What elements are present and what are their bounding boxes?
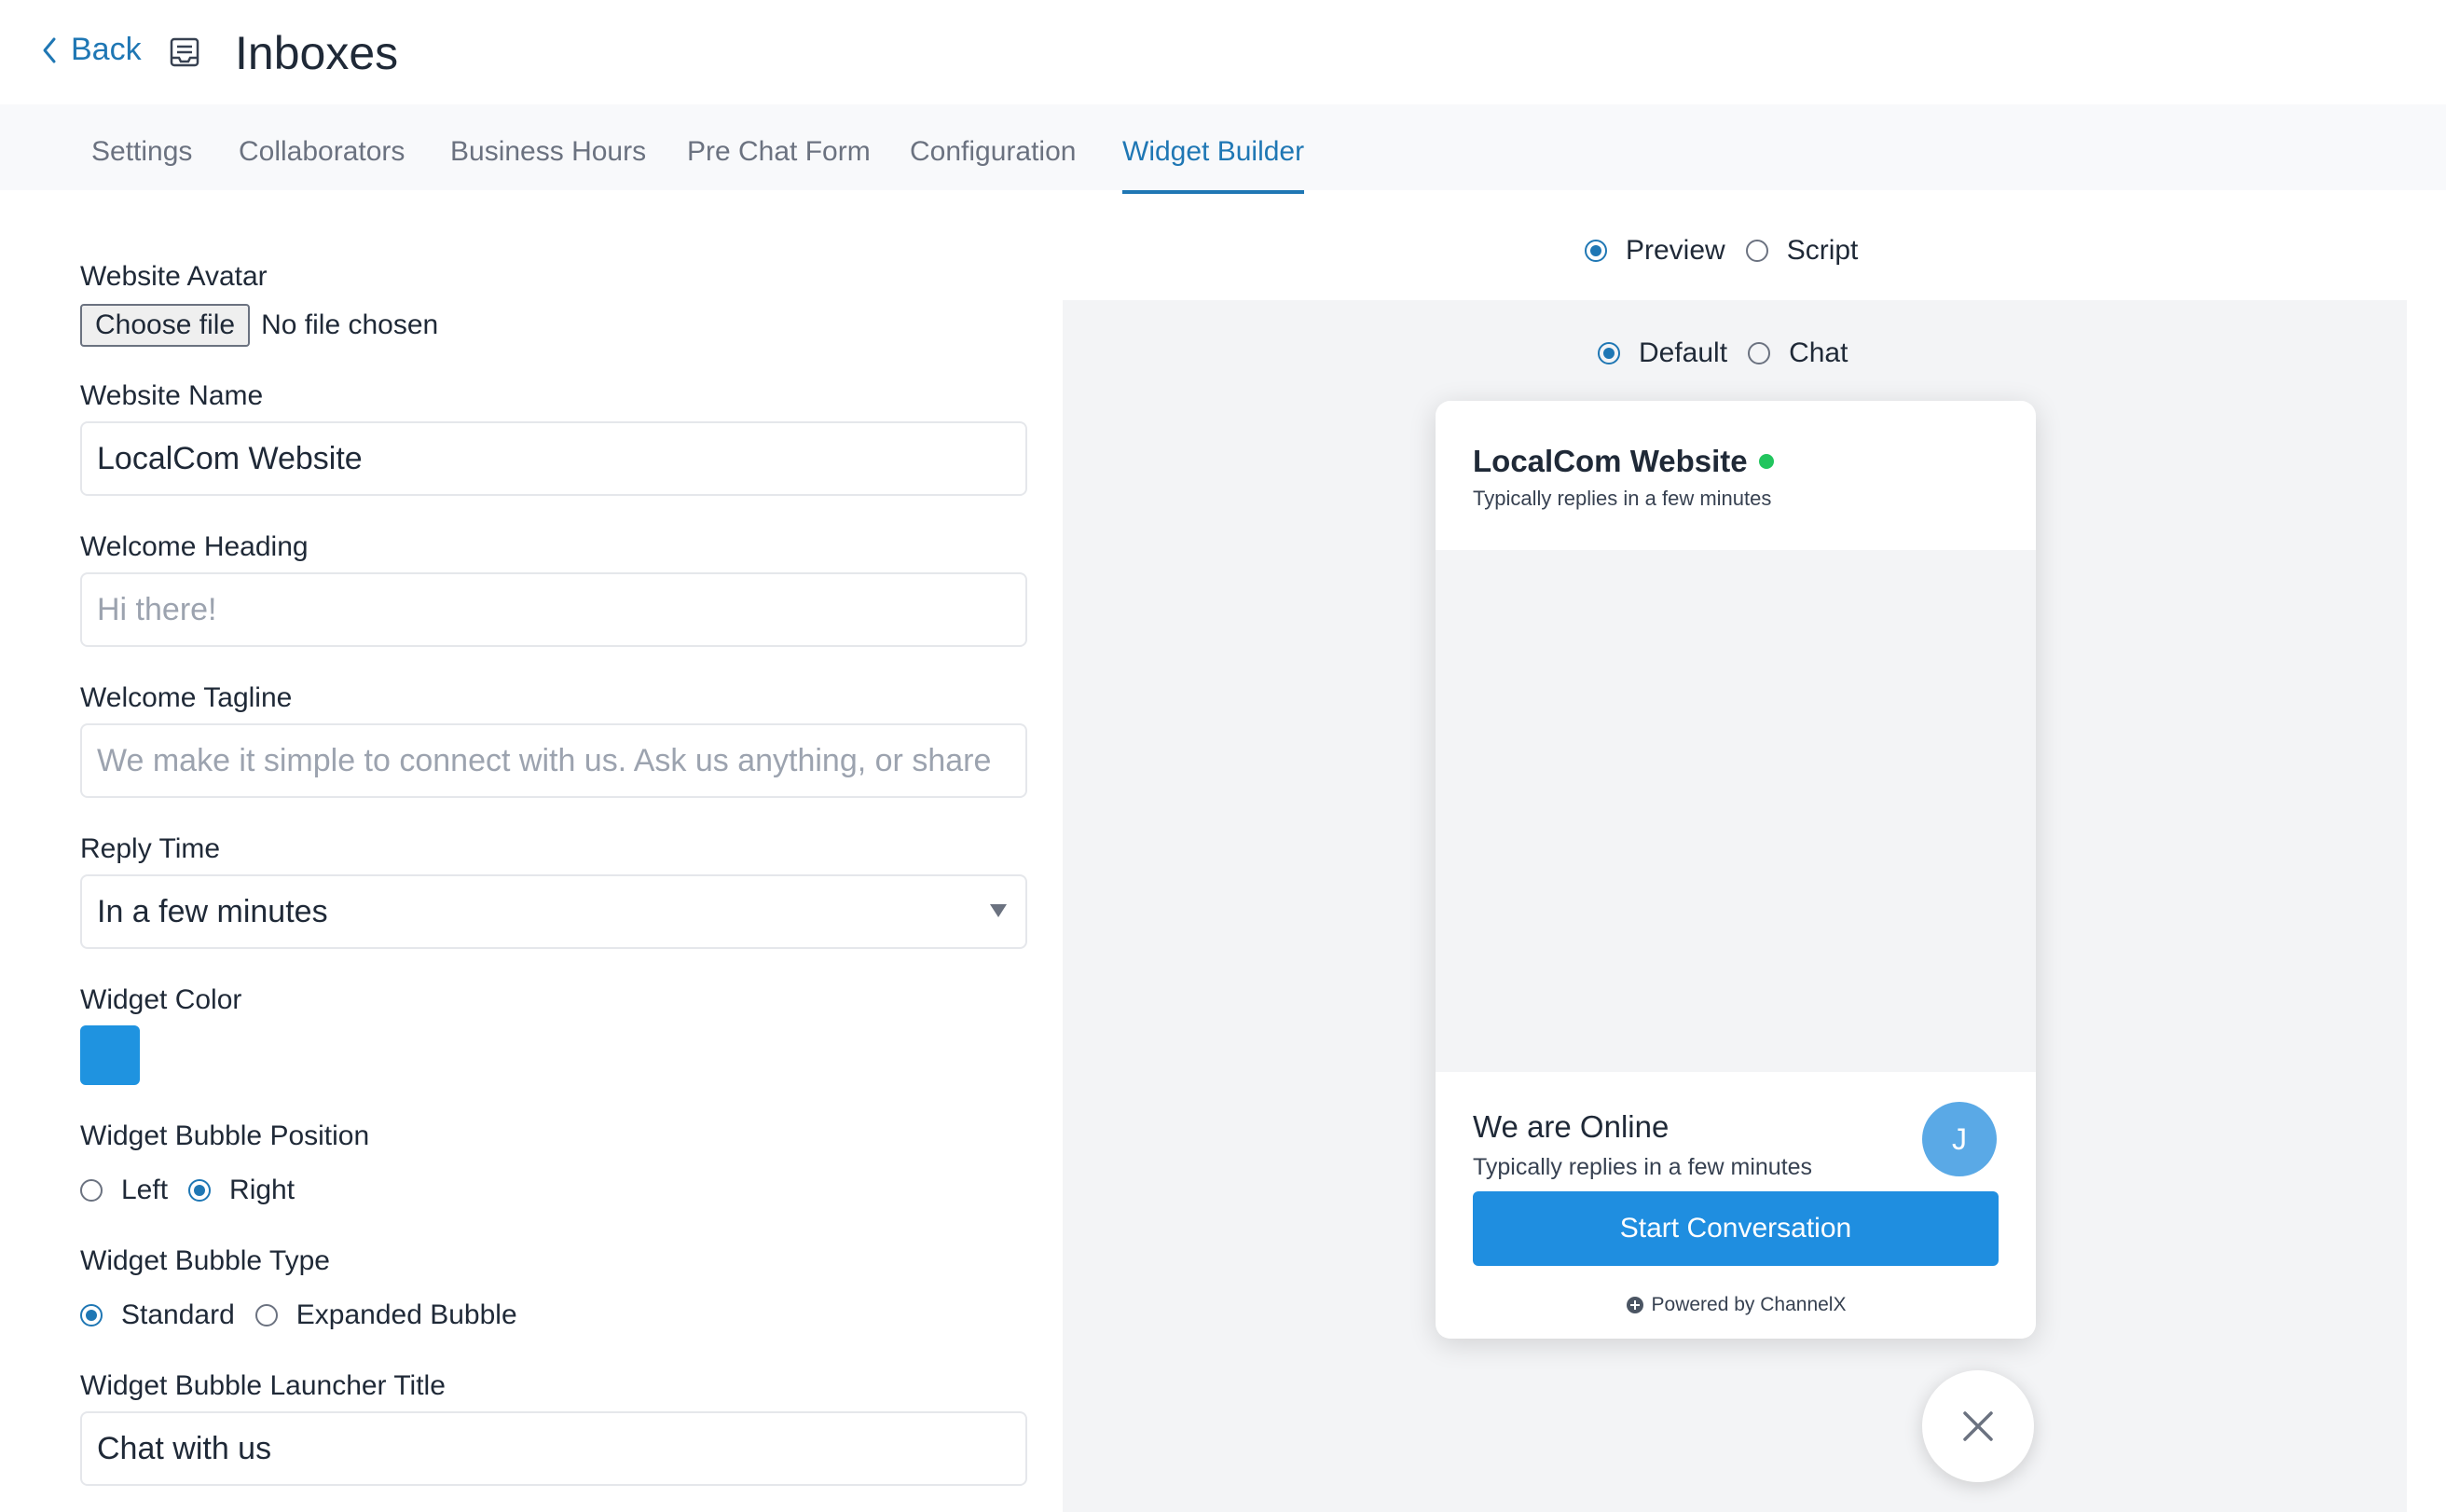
avatar-label: Website Avatar [80,261,268,292]
website-name-input[interactable]: LocalCom Website [80,421,1027,496]
online-title: We are Online [1473,1109,1670,1144]
powered-by: Powered by ChannelX [1436,1294,2036,1316]
tab-collaborators[interactable]: Collaborators [239,136,405,168]
position-right-radio[interactable] [188,1179,212,1202]
welcome-heading-label: Welcome Heading [80,531,309,562]
launcher-title-input[interactable]: Chat with us [80,1411,1027,1486]
widget-preview: LocalCom Website Typically replies in a … [1436,401,2036,1339]
website-name-label: Website Name [80,380,264,411]
widget-color-label: Widget Color [80,984,242,1015]
position-left-label: Left [121,1175,169,1205]
chevron-left-icon [43,37,56,62]
widget-footer: We are Online Typically replies in a few… [1436,1072,2036,1339]
widget-name-text: LocalCom Website [1473,444,1748,478]
widget-close-bubble[interactable] [1922,1370,2034,1482]
reply-time-value: In a few minutes [97,893,328,929]
default-view-label: Default [1639,337,1728,368]
back-label: Back [71,32,142,67]
page-title: Inboxes [235,27,399,79]
avatar-file-input: Choose file No file chosen [80,304,438,347]
widget-color-swatch[interactable] [80,1025,140,1085]
close-icon [1963,1411,1993,1441]
default-view-radio[interactable] [1598,342,1620,364]
agent-avatar: J [1922,1102,1997,1176]
reply-time-select[interactable]: In a few minutes [80,874,1027,949]
widget-header: LocalCom Website Typically replies in a … [1436,401,2036,550]
back-button[interactable]: Back [37,32,142,68]
bubble-position-options: Left Right [80,1175,315,1206]
type-expanded-label: Expanded Bubble [295,1299,517,1330]
start-conversation-button[interactable]: Start Conversation [1473,1191,1999,1266]
file-status: No file chosen [261,309,439,340]
tab-settings[interactable]: Settings [91,136,192,168]
online-reply-time: Typically replies in a few minutes [1473,1154,1813,1180]
position-right-label: Right [229,1175,295,1205]
reply-time-label: Reply Time [80,833,221,864]
launcher-title-label: Widget Bubble Launcher Title [80,1370,446,1401]
plus-circle-icon [1626,1297,1643,1313]
dropdown-arrow-icon [990,904,1007,917]
tab-configuration[interactable]: Configuration [910,136,1076,168]
type-standard-radio[interactable] [80,1304,103,1326]
online-status-icon [1758,454,1774,469]
script-radio[interactable] [1745,240,1768,262]
tab-widget-builder[interactable]: Widget Builder [1122,136,1305,194]
powered-by-text: Powered by ChannelX [1651,1294,1847,1315]
widget-website-name: LocalCom Website [1473,444,1774,479]
welcome-heading-input[interactable]: Hi there! [80,572,1027,647]
type-standard-label: Standard [121,1299,235,1330]
preview-radio[interactable] [1585,240,1607,262]
chat-view-radio[interactable] [1748,342,1771,364]
type-expanded-radio[interactable] [254,1304,278,1326]
position-left-radio[interactable] [80,1179,103,1202]
bubble-type-options: Standard Expanded Bubble [80,1299,538,1331]
tab-bar: Settings Collaborators Business Hours Pr… [0,104,2446,194]
page-header: Back Inboxes [0,0,2446,104]
widget-reply-time: Typically replies in a few minutes [1473,487,1772,510]
welcome-tagline-input[interactable]: We make it simple to connect with us. As… [80,723,1027,798]
inbox-icon [170,37,199,67]
tab-business-hours[interactable]: Business Hours [450,136,646,168]
bubble-type-label: Widget Bubble Type [80,1245,330,1276]
preview-mode-toggle: Preview Script [1585,235,1878,267]
chat-view-label: Chat [1789,337,1848,368]
welcome-tagline-label: Welcome Tagline [80,682,293,713]
bubble-position-label: Widget Bubble Position [80,1120,370,1151]
script-label: Script [1786,235,1859,266]
preview-label: Preview [1626,235,1725,266]
preview-view-toggle: Default Chat [1598,337,1868,369]
choose-file-button[interactable]: Choose file [80,304,251,347]
tab-pre-chat-form[interactable]: Pre Chat Form [687,136,871,168]
